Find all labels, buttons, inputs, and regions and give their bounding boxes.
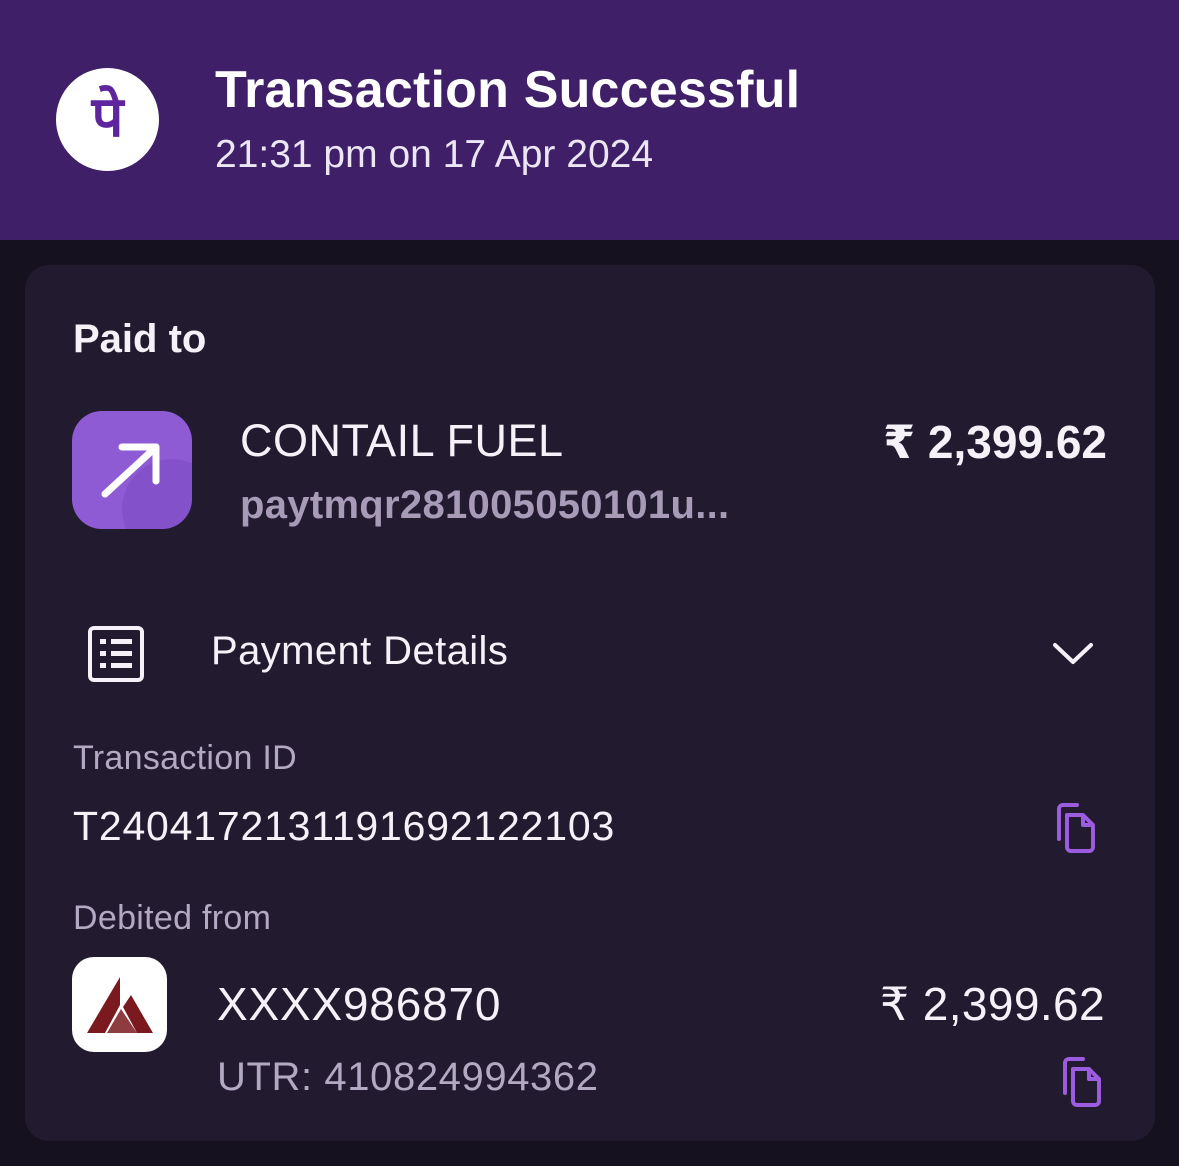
axis-bank-logo	[72, 957, 167, 1052]
chevron-down-icon[interactable]	[1051, 639, 1095, 667]
transaction-timestamp: 21:31 pm on 17 Apr 2024	[215, 133, 654, 176]
transaction-card: Paid to CONTAIL FUEL paytmqr281005050101…	[25, 265, 1155, 1141]
merchant-name: CONTAIL FUEL	[240, 415, 564, 466]
merchant-upi-id: paytmqr281005050101u...	[240, 483, 730, 527]
transaction-id-value: T2404172131191692122103	[73, 803, 616, 849]
arrow-up-right-icon	[72, 411, 192, 529]
debited-from-label: Debited from	[73, 899, 272, 937]
copy-icon[interactable]	[1057, 1057, 1105, 1109]
receipt-list-icon	[87, 625, 145, 683]
phonepe-logo: पे	[56, 68, 159, 171]
transaction-id-label: Transaction ID	[73, 739, 298, 777]
debited-amount: ₹ 2,399.62	[879, 978, 1105, 1030]
paid-amount: ₹ 2,399.62	[883, 416, 1107, 468]
copy-icon[interactable]	[1051, 803, 1099, 855]
header: पे Transaction Successful 21:31 pm on 17…	[0, 0, 1179, 240]
debited-account-number: XXXX986870	[217, 978, 502, 1030]
utr-number: UTR: 410824994362	[217, 1055, 599, 1099]
phonepe-logo-glyph: पे	[91, 84, 124, 150]
transaction-status-title: Transaction Successful	[215, 61, 801, 119]
paid-to-label: Paid to	[73, 317, 207, 361]
payment-details-toggle[interactable]: Payment Details	[211, 629, 508, 674]
